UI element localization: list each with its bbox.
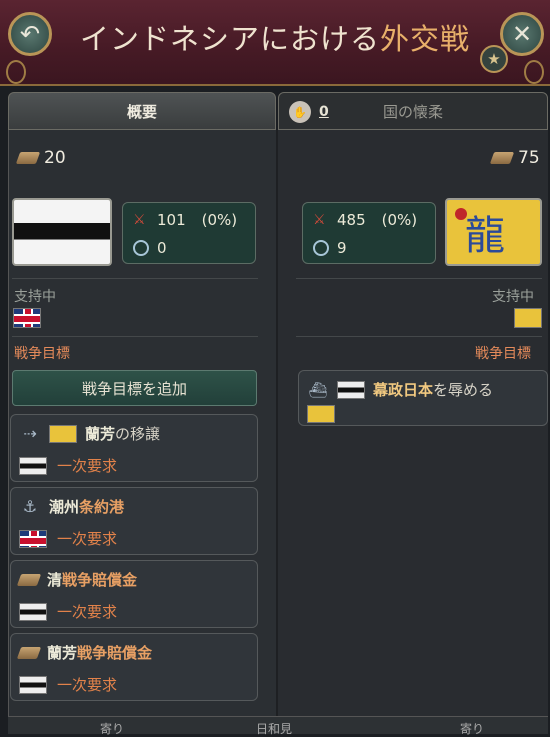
tab-label: 概要 — [126, 102, 157, 121]
goal-target: 幕政日本 — [373, 381, 434, 399]
goods-icon — [15, 152, 41, 164]
left-amount-value: 20 — [44, 148, 66, 168]
title-text: インドネシアにおける — [79, 22, 380, 56]
goal-action: を辱める — [433, 381, 494, 399]
goal-demand: 一次要求 — [57, 603, 118, 621]
tab-label: 国の懐柔 — [382, 102, 443, 121]
war-goal-card[interactable]: 清戦争賠償金 一次要求 — [10, 560, 258, 628]
add-war-goal-label: 戦争目標を追加 — [81, 379, 187, 398]
left-military-box: ⚔ 101 (0%) 0 — [122, 202, 256, 264]
goods-icon — [489, 152, 515, 164]
divider — [12, 278, 258, 279]
army-icon: ⚔ — [313, 212, 326, 228]
navy-icon — [133, 240, 149, 256]
tab-appease[interactable]: ✋ 0 国の懐柔 — [278, 92, 548, 130]
add-war-goal-button[interactable]: 戦争目標を追加 — [12, 370, 257, 406]
flag-icon — [49, 424, 77, 443]
right-country-flag[interactable]: 龍 — [445, 198, 542, 266]
goal-demand: 一次要求 — [57, 530, 118, 548]
star-button[interactable]: ★ — [480, 45, 508, 73]
war-goal-card[interactable]: 蘭芳 戦争賠償金 一次要求 — [10, 633, 258, 701]
war-goal-card[interactable]: ⚓ 潮州 条約港 一次要求 — [10, 487, 258, 555]
transfer-icon: ⇢ — [23, 423, 37, 443]
goods-icon — [16, 573, 42, 586]
back-icon: ↶ — [19, 20, 41, 48]
goal-demand: 一次要求 — [57, 676, 118, 694]
header-bar: ↶ インドネシアにおける外交戦 ★ ✕ — [0, 0, 550, 86]
title-highlight: 外交戦 — [380, 22, 471, 56]
supporter-flag-uk[interactable] — [13, 308, 41, 328]
page-title: インドネシアにおける外交戦 — [70, 16, 480, 58]
army-pct: (0%) — [201, 211, 238, 229]
war-goal-card[interactable]: ⇢ 蘭芳 の移譲 一次要求 — [10, 414, 258, 482]
dragon-icon: 龍 — [465, 213, 505, 259]
goods-icon — [16, 646, 42, 659]
tab-bar: 概要 ✋ 0 国の懐柔 — [8, 92, 548, 130]
flag-icon — [307, 405, 335, 423]
back-button[interactable]: ↶ — [8, 12, 52, 56]
army-pct: (0%) — [381, 211, 418, 229]
left-amount: 20 — [15, 148, 66, 168]
army-icon: ⚔ — [133, 212, 146, 228]
star-icon: ★ — [487, 50, 501, 68]
navy-icon — [313, 240, 329, 256]
footer-mid-label: 日和見 — [256, 722, 293, 736]
flag-icon — [19, 675, 47, 694]
goal-action: 条約港 — [79, 498, 125, 516]
divider — [296, 336, 542, 337]
army-value: 485 — [337, 211, 366, 229]
goal-target: 潮州 — [49, 498, 80, 516]
appease-count[interactable]: 0 — [319, 104, 329, 120]
close-icon: ✕ — [511, 20, 533, 48]
war-goals-label: 戦争目標 — [475, 346, 531, 362]
goal-target: 清 — [47, 571, 63, 589]
goal-target: 蘭芳 — [85, 425, 116, 443]
footer-left-label: 寄り — [100, 722, 125, 736]
divider — [296, 278, 542, 279]
close-button[interactable]: ✕ — [500, 12, 544, 56]
right-amount-value: 75 — [518, 148, 540, 168]
support-label: 支持中 — [492, 289, 534, 305]
flag-icon — [19, 602, 47, 621]
navy-value: 9 — [337, 239, 347, 257]
goal-action: の移譲 — [115, 425, 161, 443]
goal-demand: 一次要求 — [57, 457, 118, 475]
support-label: 支持中 — [14, 289, 56, 305]
footer-bar: 寄り 日和見 寄り — [8, 716, 548, 736]
hand-icon: ✋ — [289, 101, 311, 123]
supporter-flag-qing[interactable] — [514, 308, 542, 328]
goal-action: 戦争賠償金 — [62, 571, 138, 589]
goal-action: 戦争賠償金 — [77, 644, 153, 662]
footer-right-label: 寄り — [460, 722, 485, 736]
ornament — [6, 60, 26, 84]
army-value: 101 — [157, 211, 186, 229]
ornament — [524, 60, 544, 84]
anchor-icon: ⚓ — [22, 496, 38, 516]
flag-icon — [337, 380, 365, 399]
divider — [12, 336, 258, 337]
navy-value: 0 — [157, 239, 167, 257]
goal-target: 蘭芳 — [47, 644, 78, 662]
right-amount: 75 — [489, 148, 540, 168]
war-goals-label: 戦争目標 — [14, 346, 70, 362]
flag-icon — [19, 529, 47, 548]
war-goal-card[interactable]: ⛴ 幕政日本 を辱める — [298, 370, 548, 426]
divider — [276, 130, 278, 733]
right-military-box: ⚔ 485 (0%) 9 — [302, 202, 436, 264]
flag-icon — [19, 456, 47, 475]
tab-overview[interactable]: 概要 — [8, 92, 276, 130]
ship-icon: ⛴ — [308, 380, 328, 399]
left-country-flag[interactable] — [12, 198, 112, 266]
